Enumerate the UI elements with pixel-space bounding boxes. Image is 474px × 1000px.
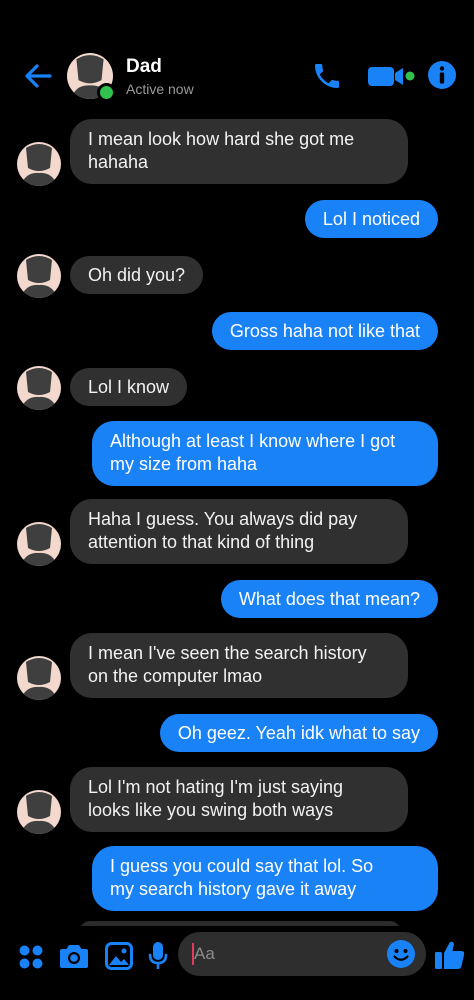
message-bubble-received[interactable]: Haha I guess. You always did pay attenti… [70,499,408,564]
message-bubble-received[interactable]: I mean I've seen the search history on t… [70,633,408,698]
message-bubble-sent[interactable]: Gross haha not like that [211,312,438,350]
message-bubble-sent[interactable]: What does that mean? [220,580,438,618]
apps-grid-icon[interactable] [18,944,44,970]
contact-avatar-small[interactable] [17,142,61,186]
contact-avatar-small[interactable] [17,790,61,834]
avatar-icon [17,254,61,298]
contact-name[interactable]: Dad [126,56,162,78]
thumbs-up-icon[interactable] [434,939,466,971]
avatar-icon [17,656,61,700]
message-bubble-received[interactable]: Lol I'm not hating I'm just saying looks… [70,767,408,832]
message-bubble-received[interactable]: Lol I know [70,368,188,406]
online-status-dot [97,83,116,102]
gallery-icon[interactable] [105,942,133,970]
message-bubble-sent[interactable]: I guess you could say that lol. So my se… [92,846,438,911]
message-bubble-received[interactable]: I mean look how hard she got me hahaha [70,119,408,184]
microphone-icon[interactable] [148,941,168,971]
message-bubble-sent[interactable]: Oh geez. Yeah idk what to say [159,714,438,752]
avatar-icon [17,522,61,566]
message-bubble-received[interactable]: Oh did you? [70,256,204,294]
conversation-header: Dad Active now [0,0,474,110]
message-bubble-sent[interactable]: Lol I noticed [304,200,438,238]
avatar-icon [17,142,61,186]
back-arrow-icon[interactable] [22,60,54,92]
emoji-icon[interactable] [386,939,416,969]
contact-status: Active now [126,81,194,97]
message-input[interactable]: Aa [178,932,426,976]
avatar-icon [17,790,61,834]
message-bubble-sent[interactable]: Although at least I know where I got my … [92,421,438,486]
contact-avatar-small[interactable] [17,254,61,298]
contact-avatar-small[interactable] [17,656,61,700]
contact-avatar-small[interactable] [17,366,61,410]
contact-avatar[interactable] [67,53,116,102]
video-camera-icon[interactable] [366,62,416,90]
phone-icon[interactable] [311,60,343,92]
info-icon[interactable] [427,60,457,90]
contact-avatar-small[interactable] [17,522,61,566]
camera-icon[interactable] [59,942,89,970]
message-input-placeholder: Aa [194,944,215,963]
avatar-icon [17,366,61,410]
